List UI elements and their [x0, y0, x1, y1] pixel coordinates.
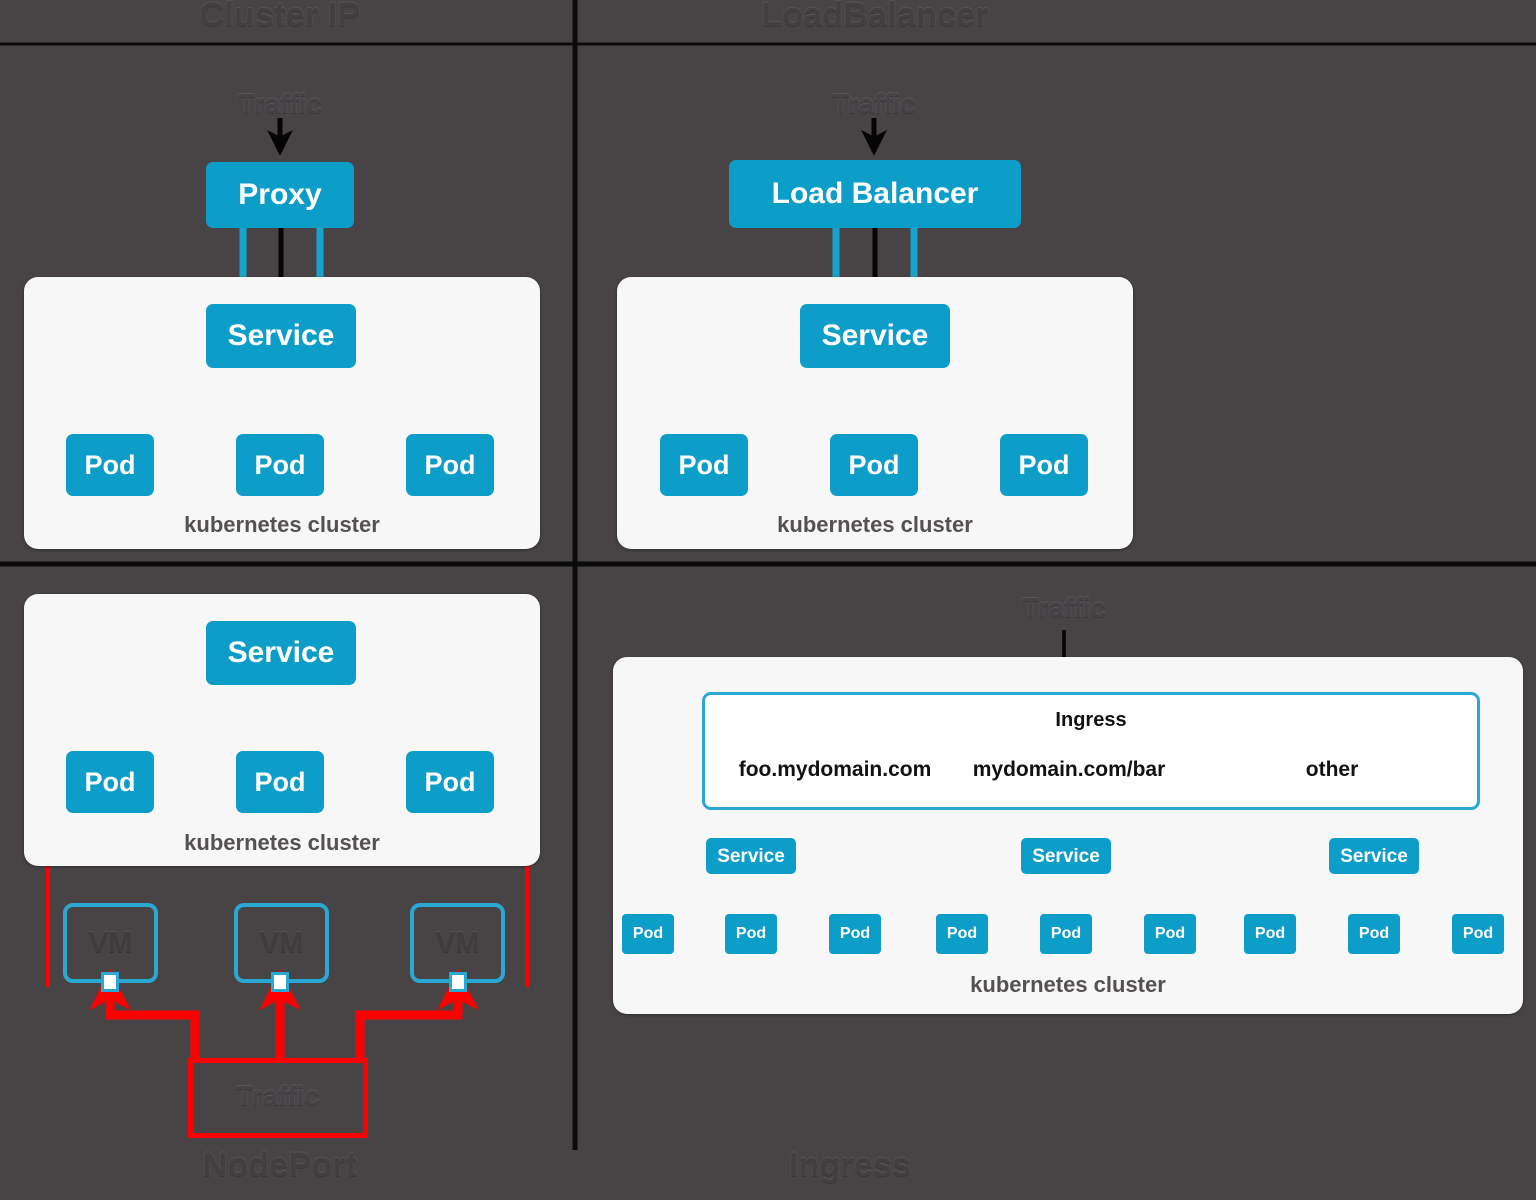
vm-box[interactable]: VM: [410, 903, 505, 983]
traffic-label-nodeport: Traffic: [235, 1080, 321, 1111]
pod-box[interactable]: Pod: [1452, 914, 1504, 954]
node-port-marker[interactable]: [449, 972, 467, 992]
service-box-loadbalancer[interactable]: Service: [800, 304, 950, 368]
traffic-label-cluster-ip: Traffic: [237, 88, 323, 119]
vm-box[interactable]: VM: [63, 903, 158, 983]
node-port-marker[interactable]: [271, 972, 289, 992]
traffic-label-loadbalancer: Traffic: [831, 88, 917, 119]
pod-box[interactable]: Pod: [936, 914, 988, 954]
quadrant-title-loadbalancer: LoadBalancer: [761, 0, 989, 34]
traffic-label-ingress: Traffic: [1021, 592, 1107, 623]
pod-box[interactable]: Pod: [66, 434, 154, 496]
pod-box[interactable]: Pod: [1348, 914, 1400, 954]
service-box-ingress[interactable]: Service: [1329, 838, 1419, 874]
kubernetes-cluster-label-nodeport: kubernetes cluster: [184, 830, 380, 855]
service-box-ingress[interactable]: Service: [1021, 838, 1111, 874]
service-box-nodeport[interactable]: Service: [206, 621, 356, 685]
node-port-marker[interactable]: [101, 972, 119, 992]
pod-box[interactable]: Pod: [622, 914, 674, 954]
pod-box[interactable]: Pod: [660, 434, 748, 496]
proxy-box[interactable]: Proxy: [206, 162, 354, 228]
load-balancer-box[interactable]: Load Balancer: [729, 160, 1021, 228]
pod-box[interactable]: Pod: [236, 434, 324, 496]
quadrant-title-ingress: Ingress: [788, 1146, 912, 1184]
ingress-rule-host[interactable]: foo.mydomain.com: [702, 758, 968, 782]
pod-box[interactable]: Pod: [1000, 434, 1088, 496]
pod-box[interactable]: Pod: [66, 751, 154, 813]
quadrant-title-cluster-ip: Cluster IP: [199, 0, 361, 34]
kubernetes-cluster-label-cluster-ip: kubernetes cluster: [184, 512, 380, 537]
pod-box[interactable]: Pod: [1144, 914, 1196, 954]
diagram-content: Cluster IP Traffic Proxy Service Pod Pod…: [0, 0, 1536, 1200]
ingress-label: Ingress: [1055, 709, 1127, 731]
pod-box[interactable]: Pod: [829, 914, 881, 954]
pod-box[interactable]: Pod: [830, 434, 918, 496]
ingress-rule-other[interactable]: other: [1232, 758, 1432, 782]
kubernetes-cluster-label-ingress: kubernetes cluster: [970, 972, 1166, 997]
ingress-rule-path[interactable]: mydomain.com/bar: [950, 758, 1188, 782]
pod-box[interactable]: Pod: [1244, 914, 1296, 954]
kubernetes-cluster-label-loadbalancer: kubernetes cluster: [777, 512, 973, 537]
pod-box[interactable]: Pod: [406, 751, 494, 813]
service-box-cluster-ip[interactable]: Service: [206, 304, 356, 368]
pod-box[interactable]: Pod: [1040, 914, 1092, 954]
vm-box[interactable]: VM: [234, 903, 329, 983]
pod-box[interactable]: Pod: [236, 751, 324, 813]
service-box-ingress[interactable]: Service: [706, 838, 796, 874]
quadrant-title-nodeport: NodePort: [202, 1146, 358, 1184]
pod-box[interactable]: Pod: [406, 434, 494, 496]
pod-box[interactable]: Pod: [725, 914, 777, 954]
